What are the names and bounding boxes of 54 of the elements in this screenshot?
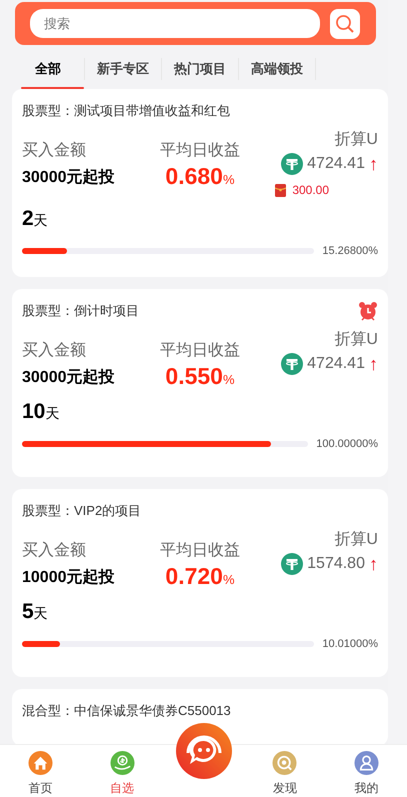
amount-value: 30000元起投 [22,168,116,188]
magnifier-coin-icon [271,751,298,775]
daily-yield-value: 0.720% [164,563,236,590]
usdt-label: 折算U [334,530,378,550]
product-title: 股票型：VIP2的项目 [22,502,142,520]
trend-arrow: ↑ [368,154,378,174]
duration: 2天 [22,207,49,231]
category-tab[interactable]: 全部 [21,53,84,89]
duration: 10天 [22,400,60,424]
search-button[interactable] [330,8,360,38]
search-field[interactable]: 搜索 [30,9,320,38]
amount-value: 30000元起投 [22,368,116,388]
daily-yield-value: 0.550% [164,363,236,390]
product-card[interactable]: 混合型：中信保诚景华债券C550013 [12,689,388,746]
daily-yield-label: 平均日收益 [158,341,241,361]
amount-label: 买入金额 [22,340,87,361]
product-title: 混合型：中信保诚景华债券C550013 [22,702,231,720]
daily-yield-value: 0.680% [164,163,236,190]
tether-icon [281,153,304,175]
trend-arrow: ↑ [368,554,378,574]
amount-label: 买入金额 [22,140,87,161]
bonus-amount: 300.00 [292,183,330,197]
usdt-label: 折算U [334,330,378,350]
amount-value: 10000元起投 [22,568,116,588]
category-tab[interactable]: 新手专区 [85,53,161,89]
category-tab[interactable]: 热门项目 [162,53,238,89]
product-card[interactable]: 股票型：VIP2的项目 买入金额 10000元起投 平均日收益 0.720% 折算U 1574.80 ↑ 5天 10.01000% [12,489,388,677]
envelope-icon [275,184,286,196]
usdt-value: 4724.41 [307,155,365,173]
daily-yield-label: 平均日收益 [158,541,241,561]
usdt-value: 4724.41 [307,355,365,373]
user-icon [352,751,380,775]
daily-yield-label: 平均日收益 [158,141,241,161]
nav-item[interactable]: 我的 [326,745,407,797]
product-title: 股票型：倒计时项目 [22,302,139,320]
tether-icon [281,353,304,375]
home-icon [27,751,54,775]
search-icon [335,14,355,34]
nav-item[interactable]: 自选 [81,745,163,797]
duration: 5天 [22,600,49,624]
usdt-value: 1574.80 [307,555,365,573]
amount-label: 买入金额 [22,540,87,561]
product-card[interactable]: 股票型：倒计时项目 买入金额 30000元起投 平均日收益 0.550% 折算U 4724.41 ↑ 10天 100.00000% [12,289,388,477]
progress-percent: 15.26800% [322,245,378,257]
tether-icon [281,553,304,575]
product-card[interactable]: 股票型：测试项目带增值收益和红包 买入金额 30000元起投 平均日收益 0.680% 折算U 4724.41 ↑ 300.00 2天 15.26800% [12,89,388,277]
usdt-label: 折算U [334,130,378,150]
product-title: 股票型：测试项目带增值收益和红包 [22,102,230,120]
progress-percent: 100.00000% [316,438,378,450]
category-tab[interactable]: 高端领投 [239,53,315,89]
nav-item[interactable]: 发现 [244,745,326,797]
progress-percent: 10.01000% [322,638,378,650]
trend-arrow: ↑ [368,354,378,374]
nav-item[interactable]: 首页 [0,745,82,797]
